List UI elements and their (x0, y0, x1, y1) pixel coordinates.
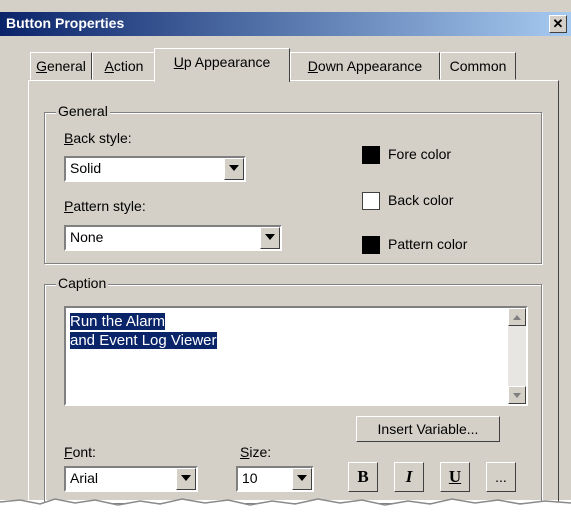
size-text: ize: (249, 444, 272, 460)
tab-down-appearance[interactable]: Down Appearance (290, 52, 440, 80)
back-style-value: Solid (70, 160, 102, 176)
tab-general-label: eneral (46, 58, 86, 74)
more-font-options-button[interactable]: ... (486, 462, 516, 492)
chevron-down-icon (297, 475, 307, 481)
underline-button[interactable]: U (440, 462, 470, 492)
dialog-window: Button Properties ✕ General Action Up Ap… (0, 0, 571, 505)
title-bar: Button Properties ✕ (0, 12, 571, 36)
back-color-swatch[interactable] (362, 192, 380, 210)
font-value: Arial (70, 470, 99, 486)
tab-general-key: G (36, 58, 47, 74)
fore-color-label: Fore color (388, 146, 452, 162)
font-key: F (64, 444, 73, 460)
caption-textarea[interactable]: Run the Alarm and Event Log Viewer (64, 306, 528, 406)
arrow-down-icon (513, 393, 521, 398)
pattern-color-swatch[interactable] (362, 236, 380, 254)
close-button[interactable]: ✕ (549, 15, 567, 33)
tab-up-appearance-key: U (173, 54, 184, 70)
pattern-style-select[interactable]: None (64, 225, 282, 251)
tab-down-appearance-label: own Appearance (317, 58, 423, 74)
italic-button[interactable]: I (394, 462, 424, 492)
pattern-color-label: Pattern color (388, 236, 468, 252)
chevron-down-icon (181, 475, 191, 481)
size-label: Size: (240, 444, 271, 460)
torn-edge-decoration (0, 498, 571, 521)
window-title: Button Properties (6, 15, 125, 31)
fore-color-swatch[interactable] (362, 146, 380, 164)
tab-up-appearance-label: p Appearance (183, 54, 271, 70)
size-select[interactable]: 10 (236, 466, 314, 492)
caption-text: Run the Alarm and Event Log Viewer (70, 312, 217, 350)
scroll-down-button[interactable] (508, 386, 526, 404)
close-icon: ✕ (552, 16, 564, 31)
font-select[interactable]: Arial (64, 466, 198, 492)
caption-scrollbar[interactable] (508, 308, 526, 404)
back-style-label: Back style: (64, 130, 132, 146)
tab-action[interactable]: Action (92, 52, 156, 80)
back-style-dropdown-button[interactable] (224, 158, 244, 180)
tab-common-label: Common (449, 58, 507, 74)
size-value: 10 (242, 470, 258, 486)
pattern-style-dropdown-button[interactable] (260, 227, 280, 249)
arrow-up-icon (513, 315, 521, 320)
chevron-down-icon (229, 165, 239, 171)
back-style-text: ack style: (73, 130, 132, 146)
caption-line-2: and Event Log Viewer (70, 332, 217, 349)
pattern-style-key: P (64, 198, 74, 214)
tab-action-key: A (104, 58, 114, 74)
back-style-key: B (64, 130, 74, 146)
tab-down-appearance-key: D (307, 58, 318, 74)
back-color-label: Back color (388, 192, 454, 208)
font-label: Font: (64, 444, 96, 460)
back-style-select[interactable]: Solid (64, 156, 246, 182)
pattern-style-value: None (70, 229, 104, 245)
pattern-style-label: Pattern style: (64, 198, 146, 214)
caption-legend: Caption (56, 275, 109, 291)
size-key: S (240, 444, 250, 460)
size-dropdown-button[interactable] (292, 468, 312, 490)
tab-action-label: ction (113, 58, 144, 74)
font-dropdown-button[interactable] (176, 468, 196, 490)
chevron-down-icon (265, 234, 275, 240)
pattern-style-text: attern style: (73, 198, 146, 214)
scroll-up-button[interactable] (508, 308, 526, 326)
caption-line-1: Run the Alarm (70, 313, 166, 330)
general-legend: General (56, 103, 110, 119)
bold-button[interactable]: B (348, 462, 378, 492)
font-text: ont: (72, 444, 96, 460)
insert-variable-button[interactable]: Insert Variable... (356, 416, 500, 442)
tab-common[interactable]: Common (440, 52, 516, 80)
tab-up-appearance[interactable]: Up Appearance (154, 48, 290, 82)
tab-general[interactable]: General (30, 52, 92, 80)
